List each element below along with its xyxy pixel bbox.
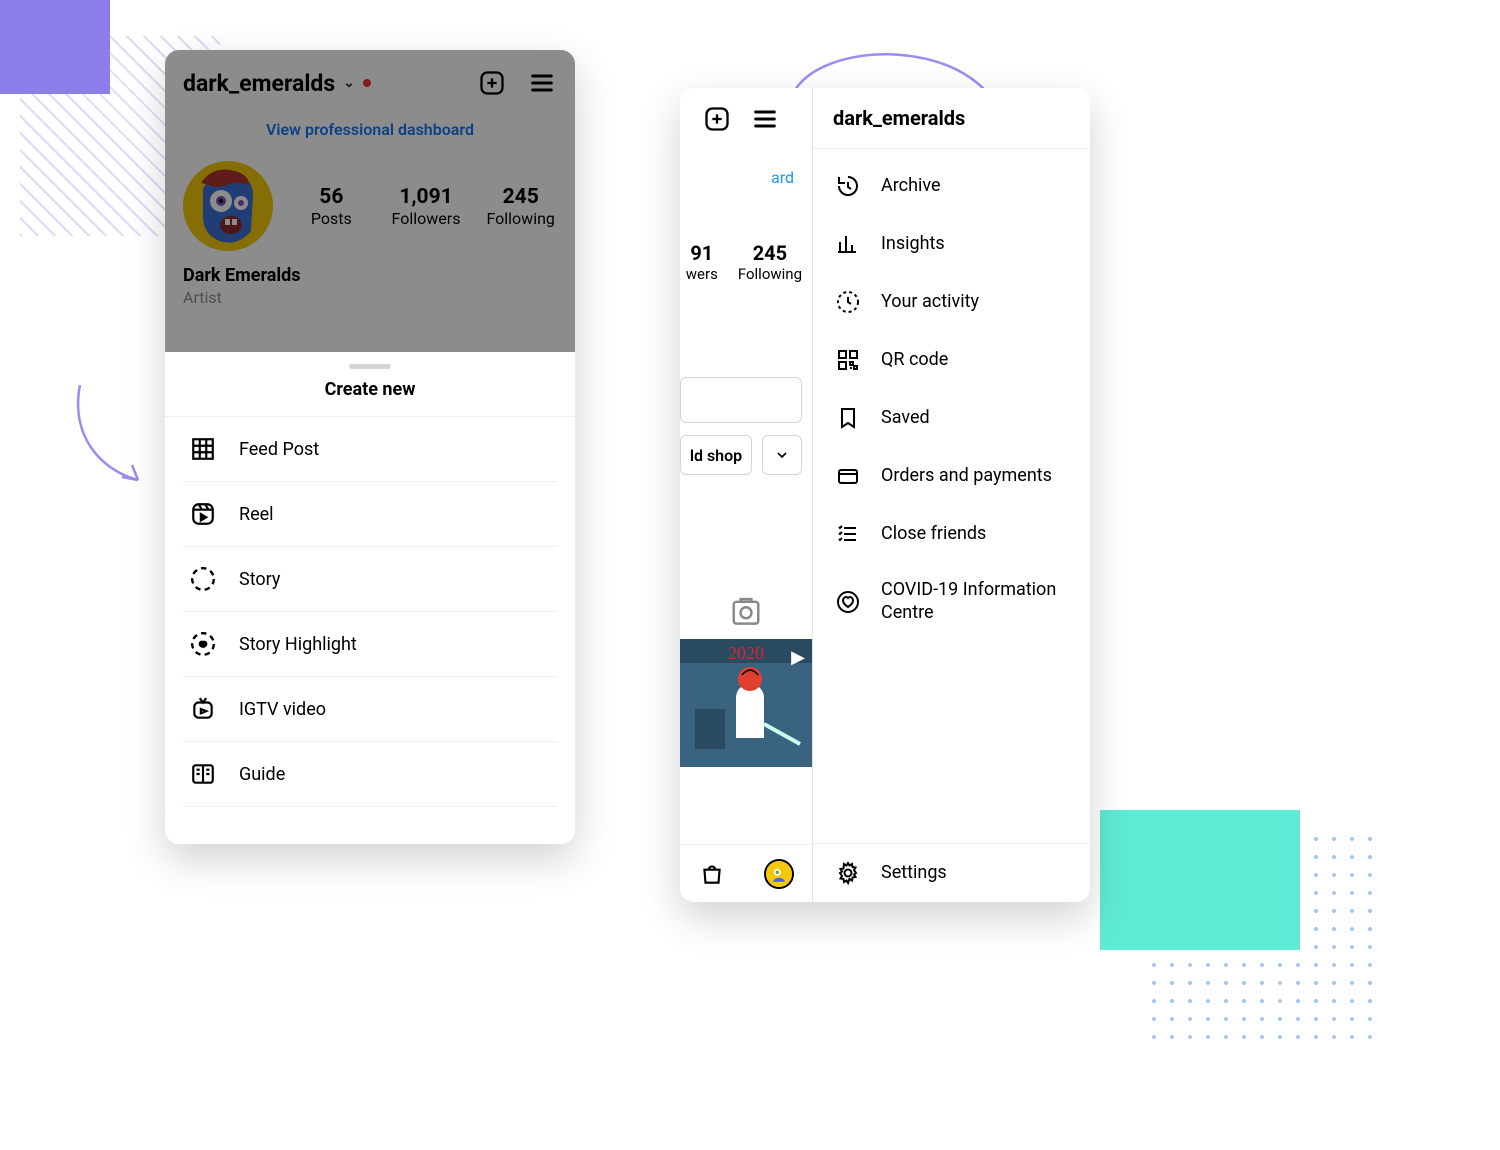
menu-label: Settings: [881, 862, 947, 885]
story-icon: [189, 565, 217, 593]
stat-following-fragment[interactable]: 245 Following: [738, 241, 802, 283]
card-icon: [835, 463, 861, 489]
reel-icon: [189, 500, 217, 528]
create-feed-post[interactable]: Feed Post: [183, 417, 557, 482]
menu-settings[interactable]: Settings: [813, 844, 1090, 902]
modal-backdrop[interactable]: [165, 50, 575, 352]
create-igtv[interactable]: IGTV video: [183, 677, 557, 742]
annotation-arrow-left: [60, 380, 160, 500]
drawer-username: dark_emeralds: [813, 88, 1090, 149]
sheet-item-label: Reel: [239, 504, 274, 525]
create-story[interactable]: Story: [183, 547, 557, 612]
text-field-fragment[interactable]: [680, 377, 802, 423]
post-thumbnail[interactable]: 2020 ▶: [680, 639, 813, 767]
menu-qrcode[interactable]: QR code: [813, 331, 1090, 389]
decor-teal-block: [1100, 810, 1300, 950]
insights-icon: [835, 231, 861, 257]
menu-label: Your activity: [881, 291, 979, 314]
menu-label: Saved: [881, 407, 930, 430]
avatar-nav-icon[interactable]: [764, 859, 794, 889]
tagged-tab-icon[interactable]: [729, 595, 763, 625]
sheet-item-label: Story: [239, 569, 280, 590]
decor-purple-block: [0, 0, 110, 94]
menu-label: QR code: [881, 349, 948, 372]
menu-activity[interactable]: Your activity: [813, 273, 1090, 331]
stat-followers-fragment[interactable]: 91 wers: [686, 241, 718, 283]
create-new-sheet: Create new Feed Post Reel Story Story Hi…: [165, 352, 575, 844]
chevron-down-icon[interactable]: [762, 435, 802, 475]
qrcode-icon: [835, 347, 861, 373]
sheet-item-label: IGTV video: [239, 699, 326, 720]
menu-label: Archive: [881, 175, 941, 198]
grid-icon: [189, 435, 217, 463]
svg-text:2020: 2020: [728, 643, 764, 663]
highlight-icon: [189, 630, 217, 658]
settings-drawer: dark_emeralds Archive Insights Your acti…: [813, 88, 1090, 902]
menu-archive[interactable]: Archive: [813, 157, 1090, 215]
left-phone: dark_emeralds ⌄ View professional dashbo…: [165, 50, 575, 844]
shop-button-fragment[interactable]: ld shop: [680, 435, 752, 475]
create-reel[interactable]: Reel: [183, 482, 557, 547]
create-highlight[interactable]: Story Highlight: [183, 612, 557, 677]
dashboard-link-fragment[interactable]: ard: [680, 150, 812, 187]
sheet-item-label: Story Highlight: [239, 634, 357, 655]
menu-label: Orders and payments: [881, 465, 1052, 488]
activity-icon: [835, 289, 861, 315]
menu-close-friends[interactable]: Close friends: [813, 505, 1090, 563]
sheet-item-label: Guide: [239, 764, 285, 785]
create-guide[interactable]: Guide: [183, 742, 557, 807]
create-icon[interactable]: [702, 104, 732, 134]
menu-label: Close friends: [881, 523, 986, 546]
menu-label: Insights: [881, 233, 945, 256]
igtv-icon: [189, 695, 217, 723]
archive-icon: [835, 173, 861, 199]
menu-label: COVID-19 Information Centre: [881, 579, 1068, 624]
sheet-item-label: Feed Post: [239, 439, 319, 460]
closefriends-icon: [835, 521, 861, 547]
sheet-title: Create new: [165, 379, 575, 417]
shop-nav-icon[interactable]: [699, 861, 725, 887]
menu-insights[interactable]: Insights: [813, 215, 1090, 273]
heart-icon: [835, 589, 861, 615]
saved-icon: [835, 405, 861, 431]
menu-orders[interactable]: Orders and payments: [813, 447, 1090, 505]
play-icon: ▶: [791, 647, 805, 668]
profile-partial: ard 91 wers 245 Following ld shop: [680, 88, 813, 902]
right-phone: ard 91 wers 245 Following ld shop: [680, 88, 1090, 902]
menu-covid[interactable]: COVID-19 Information Centre: [813, 563, 1090, 640]
menu-saved[interactable]: Saved: [813, 389, 1090, 447]
hamburger-icon[interactable]: [750, 104, 780, 134]
settings-icon: [835, 860, 861, 886]
sheet-drag-handle[interactable]: [349, 364, 391, 369]
guide-icon: [189, 760, 217, 788]
